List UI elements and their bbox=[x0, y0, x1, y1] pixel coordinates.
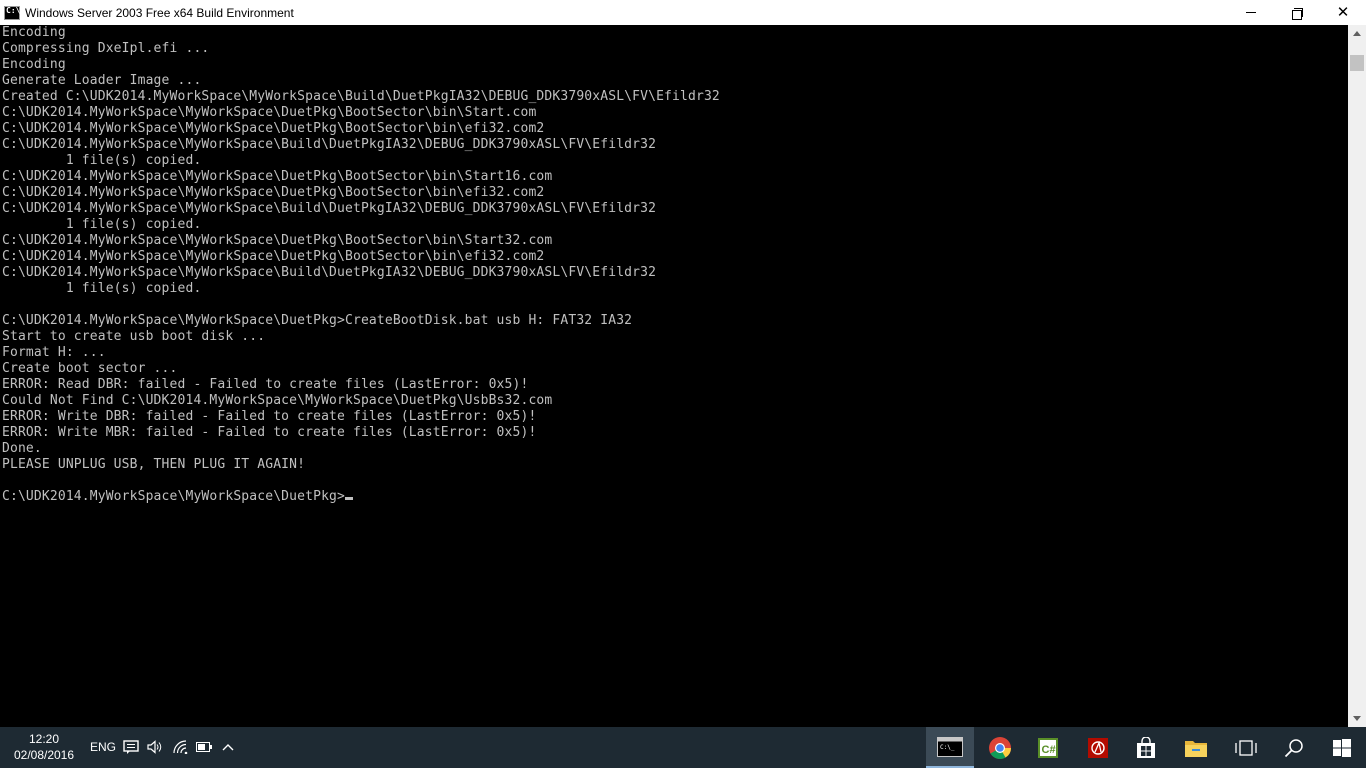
console-line: Created C:\UDK2014.MyWorkSpace\MyWorkSpa… bbox=[2, 89, 720, 104]
console-line: Compressing DxeIpl.efi ... bbox=[2, 41, 210, 56]
visual-studio-icon: C# bbox=[1038, 737, 1058, 758]
console-line: ERROR: Write DBR: failed - Failed to cre… bbox=[2, 409, 537, 424]
file-explorer-icon bbox=[1185, 740, 1207, 757]
console-line: 1 file(s) copied. bbox=[2, 281, 202, 296]
chevron-up-icon bbox=[1353, 31, 1361, 36]
svg-text:C#: C# bbox=[1042, 744, 1056, 756]
taskbar-command-prompt[interactable]: C:\_ bbox=[926, 727, 974, 768]
text-cursor bbox=[345, 497, 353, 500]
volume-icon[interactable] bbox=[146, 738, 164, 756]
acrobat-icon bbox=[1088, 737, 1108, 758]
console-line: PLEASE UNPLUG USB, THEN PLUG IT AGAIN! bbox=[2, 457, 306, 472]
search-icon bbox=[1284, 738, 1303, 757]
chevron-down-icon bbox=[1353, 716, 1361, 721]
language-indicator[interactable]: ENG bbox=[90, 740, 116, 754]
console-line: Encoding bbox=[2, 57, 66, 72]
console-line: C:\UDK2014.MyWorkSpace\MyWorkSpace\Build… bbox=[2, 201, 657, 216]
start-button[interactable] bbox=[1318, 727, 1366, 768]
svg-text:C:\_: C:\_ bbox=[940, 744, 955, 751]
window-title: Windows Server 2003 Free x64 Build Envir… bbox=[25, 5, 294, 20]
vertical-scrollbar[interactable] bbox=[1348, 25, 1366, 727]
taskbar: 12:20 02/08/2016 ENG C:\_ C# bbox=[0, 727, 1366, 768]
console-prompt: C:\UDK2014.MyWorkSpace\MyWorkSpace\DuetP… bbox=[2, 489, 345, 504]
minimize-icon bbox=[1246, 12, 1256, 13]
console-line: C:\UDK2014.MyWorkSpace\MyWorkSpace\DuetP… bbox=[2, 105, 537, 120]
console-line: ERROR: Write MBR: failed - Failed to cre… bbox=[2, 425, 537, 440]
console-line: C:\UDK2014.MyWorkSpace\MyWorkSpace\DuetP… bbox=[2, 249, 545, 264]
taskbar-store[interactable] bbox=[1122, 727, 1170, 768]
command-prompt-icon: C:\_ bbox=[937, 736, 963, 757]
console-line: 1 file(s) copied. bbox=[2, 153, 202, 168]
console-line: ERROR: Read DBR: failed - Failed to crea… bbox=[2, 377, 529, 392]
start-icon bbox=[1333, 738, 1351, 757]
console-line: C:\UDK2014.MyWorkSpace\MyWorkSpace\DuetP… bbox=[2, 169, 553, 184]
console-line: Create boot sector ... bbox=[2, 361, 178, 376]
store-icon bbox=[1137, 736, 1155, 758]
taskbar-visual-studio[interactable]: C# bbox=[1024, 727, 1072, 768]
restore-icon bbox=[1292, 7, 1303, 20]
clock-date: 02/08/2016 bbox=[13, 748, 75, 762]
show-hidden-icons-icon[interactable] bbox=[219, 738, 237, 756]
chrome-icon bbox=[989, 736, 1011, 759]
console-app-icon[interactable] bbox=[4, 5, 20, 20]
scroll-down-button[interactable] bbox=[1348, 710, 1366, 727]
console-line: C:\UDK2014.MyWorkSpace\MyWorkSpace\DuetP… bbox=[2, 313, 633, 328]
action-center-icon[interactable] bbox=[122, 738, 140, 756]
console-line: C:\UDK2014.MyWorkSpace\MyWorkSpace\Build… bbox=[2, 265, 657, 280]
console-line: Format H: ... bbox=[2, 345, 106, 360]
scroll-thumb[interactable] bbox=[1350, 55, 1364, 71]
console-line: Encoding bbox=[2, 25, 66, 40]
console-line: Start to create usb boot disk ... bbox=[2, 329, 266, 344]
taskbar-task-view[interactable] bbox=[1222, 727, 1270, 768]
close-button[interactable]: ✕ bbox=[1320, 0, 1366, 25]
scroll-up-button[interactable] bbox=[1348, 25, 1366, 42]
task-view-icon bbox=[1235, 739, 1257, 756]
taskbar-search[interactable] bbox=[1270, 727, 1318, 768]
clock-time: 12:20 bbox=[28, 732, 60, 746]
taskbar-clock[interactable]: 12:20 02/08/2016 bbox=[6, 731, 82, 763]
taskbar-chrome[interactable] bbox=[976, 727, 1024, 768]
console-line: C:\UDK2014.MyWorkSpace\MyWorkSpace\DuetP… bbox=[2, 185, 545, 200]
close-icon: ✕ bbox=[1336, 3, 1350, 21]
console-line: Done. bbox=[2, 441, 42, 456]
minimize-button[interactable] bbox=[1228, 0, 1274, 25]
console-line: C:\UDK2014.MyWorkSpace\MyWorkSpace\DuetP… bbox=[2, 233, 553, 248]
window-controls: ✕ bbox=[1228, 0, 1366, 25]
console-line: 1 file(s) copied. bbox=[2, 217, 202, 232]
console-area[interactable]: Encoding Compressing DxeIpl.efi ... Encodi… bbox=[0, 25, 1348, 727]
restore-button[interactable] bbox=[1274, 0, 1320, 25]
console-line: C:\UDK2014.MyWorkSpace\MyWorkSpace\DuetP… bbox=[2, 121, 545, 136]
taskbar-acrobat[interactable] bbox=[1074, 727, 1122, 768]
console-line: Could Not Find C:\UDK2014.MyWorkSpace\My… bbox=[2, 393, 553, 408]
console-line: Generate Loader Image ... bbox=[2, 73, 202, 88]
window-title-bar[interactable]: Windows Server 2003 Free x64 Build Envir… bbox=[0, 0, 1366, 25]
console-prompt-line[interactable]: C:\UDK2014.MyWorkSpace\MyWorkSpace\DuetP… bbox=[2, 489, 1348, 505]
network-icon[interactable] bbox=[172, 738, 190, 756]
taskbar-file-explorer[interactable] bbox=[1172, 727, 1220, 768]
console-output: Encoding Compressing DxeIpl.efi ... Encodi… bbox=[0, 25, 1348, 505]
battery-icon[interactable] bbox=[195, 738, 213, 756]
console-line: C:\UDK2014.MyWorkSpace\MyWorkSpace\Build… bbox=[2, 137, 657, 152]
